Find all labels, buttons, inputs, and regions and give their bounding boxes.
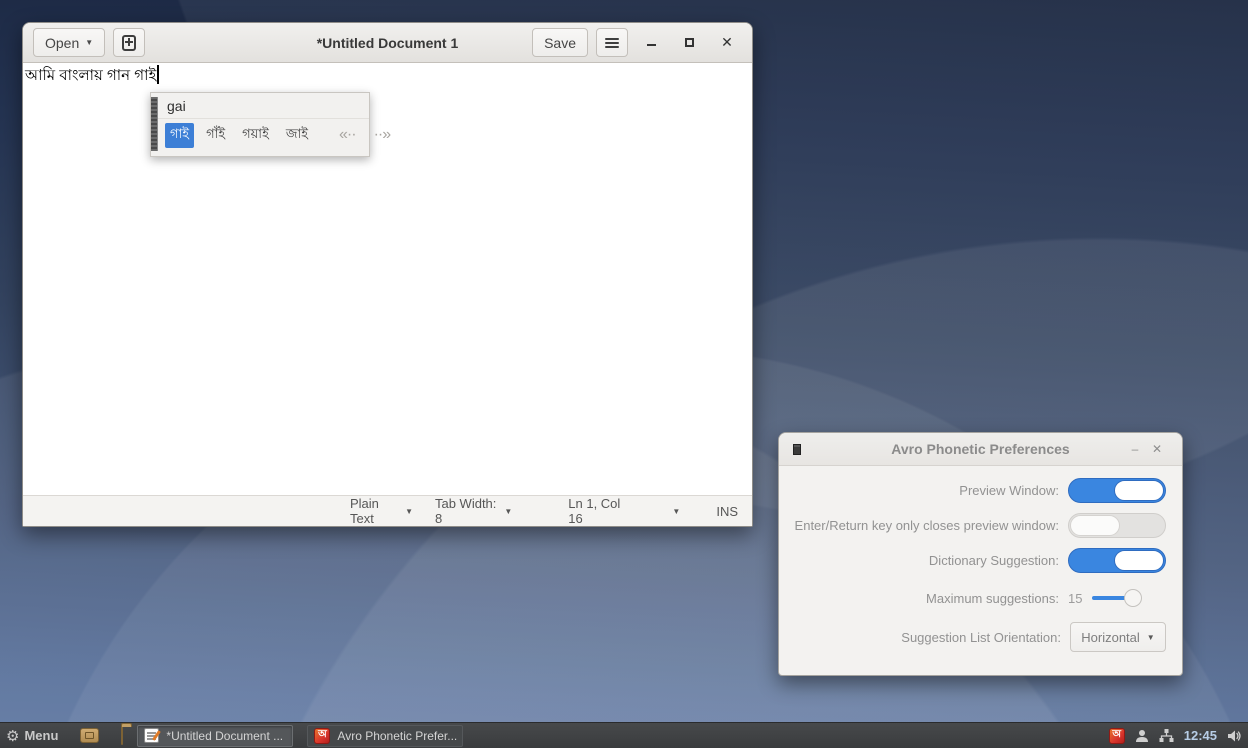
gear-icon: ⚙ (6, 727, 19, 745)
hamburger-menu-button[interactable] (596, 28, 628, 57)
next-page-icon[interactable]: ··» (365, 126, 400, 144)
close-button[interactable]: ✕ (1146, 442, 1168, 456)
chevron-down-icon: ▼ (672, 507, 680, 516)
folder-icon (121, 726, 123, 745)
dictionary-suggestion-toggle[interactable] (1068, 548, 1166, 573)
prev-page-icon[interactable]: «·· (330, 126, 365, 144)
suggestion-item[interactable]: গয়াই (237, 123, 274, 148)
suggestion-item[interactable]: জাই (281, 123, 313, 148)
preview-window-toggle[interactable] (1068, 478, 1166, 503)
toggle-knob (1114, 480, 1164, 501)
desktop: { "icons": { "caret_down": "▼", "close":… (0, 0, 1248, 748)
minimize-button[interactable]: – (1124, 442, 1146, 456)
minimize-icon (647, 44, 656, 46)
max-suggestions-value: 15 (1068, 591, 1082, 606)
taskbar: ⚙ Menu *Untitled Document ... অ Avro Pho… (0, 722, 1248, 748)
orientation-value: Horizontal (1081, 630, 1140, 645)
avro-app-icon: অ (314, 728, 330, 744)
user-icon[interactable] (1135, 729, 1149, 743)
screenshot-tool-launcher[interactable] (80, 728, 99, 743)
taskbar-window-label: Avro Phonetic Prefer... (337, 729, 457, 743)
maximize-button[interactable] (674, 35, 704, 50)
taskbar-window-avro[interactable]: অ Avro Phonetic Prefer... (307, 725, 463, 747)
tab-width-selector[interactable]: Tab Width: 8 ▼ (435, 496, 512, 526)
max-suggestions-slider[interactable] (1092, 596, 1128, 600)
statusbar-dropdown[interactable]: ▼ (672, 507, 680, 516)
close-button[interactable]: ✕ (712, 34, 742, 51)
menu-label: Menu (24, 728, 58, 743)
slider-knob[interactable] (1124, 589, 1142, 607)
gedit-app-icon (144, 728, 159, 743)
open-button[interactable]: Open ▼ (33, 28, 105, 57)
save-button-label: Save (544, 35, 576, 51)
suggestion-item[interactable]: গাঁই (201, 123, 230, 148)
gedit-window: Open ▼ *Untitled Document 1 Save ✕ আমি ব… (22, 22, 753, 527)
cursor-position: Ln 1, Col 16 (568, 496, 630, 526)
chevron-down-icon: ▼ (85, 38, 93, 47)
screenshot-icon (80, 728, 99, 743)
open-button-label: Open (45, 35, 79, 51)
orientation-dropdown[interactable]: Horizontal ▼ (1070, 622, 1166, 652)
window-menu-icon[interactable] (793, 444, 801, 455)
orientation-label: Suggestion List Orientation: (793, 630, 1070, 645)
max-suggestions-label: Maximum suggestions: (793, 591, 1068, 606)
close-icon: ✕ (721, 34, 733, 50)
hamburger-icon (605, 38, 619, 48)
preview-window-label: Preview Window: (793, 483, 1068, 498)
toggle-knob (1070, 515, 1120, 536)
taskbar-window-label: *Untitled Document ... (166, 729, 283, 743)
prefs-window-title: Avro Phonetic Preferences (779, 441, 1182, 457)
menu-button[interactable]: ⚙ Menu (6, 727, 58, 745)
language-selector[interactable]: Plain Text ▼ (350, 496, 413, 526)
system-tray: অ 12:45 (1099, 728, 1242, 744)
enter-closes-preview-toggle[interactable] (1068, 513, 1166, 538)
minimize-button[interactable] (636, 35, 666, 50)
file-manager-launcher[interactable] (121, 727, 123, 745)
save-button[interactable]: Save (532, 28, 588, 57)
suggestion-item[interactable]: গাই (165, 123, 194, 148)
language-label: Plain Text (350, 496, 398, 526)
maximize-icon (685, 38, 694, 47)
insert-mode-indicator: INS (716, 504, 738, 519)
chevron-down-icon: ▼ (405, 507, 413, 516)
text-cursor (157, 65, 159, 84)
new-document-button[interactable] (113, 28, 145, 57)
chevron-down-icon: ▼ (1147, 633, 1155, 642)
clock[interactable]: 12:45 (1184, 728, 1217, 743)
prefs-titlebar: Avro Phonetic Preferences – ✕ (779, 433, 1182, 466)
editor-text: আমি বাংলায় গান গাই (25, 67, 156, 84)
dictionary-suggestion-label: Dictionary Suggestion: (793, 553, 1068, 568)
preedit-text: gai (151, 93, 369, 119)
taskbar-window-gedit[interactable]: *Untitled Document ... (137, 725, 293, 747)
gedit-headerbar: Open ▼ *Untitled Document 1 Save ✕ (23, 23, 752, 63)
avro-preferences-window: Avro Phonetic Preferences – ✕ Preview Wi… (778, 432, 1183, 676)
popup-drag-handle[interactable] (151, 97, 158, 151)
enter-closes-preview-label: Enter/Return key only closes preview win… (793, 518, 1068, 533)
new-document-icon (122, 35, 136, 51)
avro-tray-icon[interactable]: অ (1109, 728, 1125, 744)
chevron-down-icon: ▼ (504, 507, 512, 516)
tab-width-label: Tab Width: 8 (435, 496, 497, 526)
network-icon[interactable] (1159, 729, 1174, 743)
toggle-knob (1114, 550, 1164, 571)
avro-suggestion-popup: gai গাই গাঁই গয়াই জাই «·· ··» (150, 92, 370, 157)
gedit-statusbar: Plain Text ▼ Tab Width: 8 ▼ Ln 1, Col 16… (23, 495, 752, 526)
volume-icon[interactable] (1227, 729, 1242, 743)
